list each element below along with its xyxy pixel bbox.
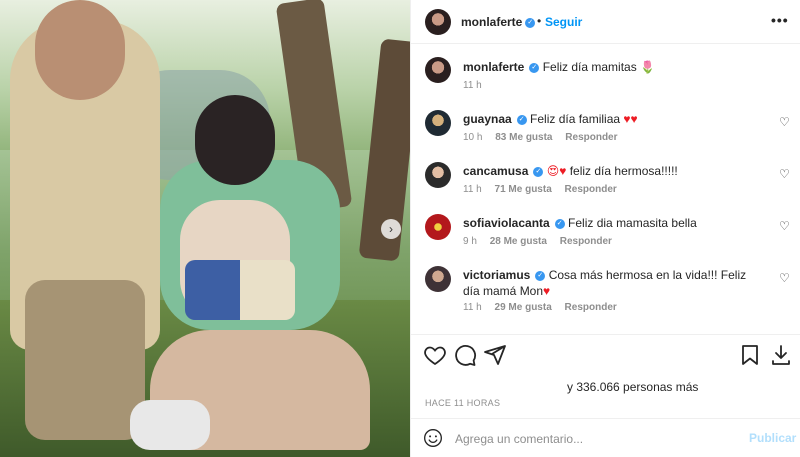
shoe: [130, 400, 210, 450]
reply-button[interactable]: Responder: [565, 184, 617, 195]
blanket: [185, 260, 295, 320]
post-header: monlaferte ✓ • Seguir •••: [411, 0, 800, 44]
red-heart-icon: ♥: [543, 284, 551, 298]
post-photo: ›: [0, 0, 410, 457]
comment-likes[interactable]: 71 Me gusta: [495, 184, 552, 195]
comment-meta: 11 h 71 Me gusta Responder: [463, 184, 627, 195]
comment-text: cancamusa ✓ 😍♥ feliz día hermosa!!!!!: [463, 163, 678, 179]
comment-text: sofiaviolacanta ✓ Feliz dia mamasita bell…: [463, 215, 697, 231]
comment-time: 11 h: [463, 184, 482, 195]
comment-likes[interactable]: 29 Me gusta: [495, 302, 552, 313]
comment-body: Feliz día familiaa: [530, 112, 621, 126]
comment-text: victoriamus ✓ Cosa más hermosa en la vida…: [463, 267, 763, 299]
next-arrow-icon[interactable]: ›: [381, 219, 401, 239]
reply-button[interactable]: Responder: [560, 236, 612, 247]
emoji-icon[interactable]: [423, 428, 443, 448]
avatar[interactable]: [425, 214, 451, 240]
author-name[interactable]: monlaferte: [461, 15, 522, 29]
comment-meta: 10 h 83 Me gusta Responder: [463, 132, 628, 143]
avatar[interactable]: [425, 266, 451, 292]
comment-likes[interactable]: 83 Me gusta: [495, 132, 552, 143]
more-options-icon[interactable]: •••: [771, 12, 789, 28]
follow-button[interactable]: Seguir: [545, 15, 582, 29]
avatar[interactable]: [425, 57, 451, 83]
download-icon[interactable]: [769, 343, 793, 367]
author-username[interactable]: monlaferte ✓: [461, 15, 536, 29]
comment-item: sofiaviolacanta ✓ Feliz dia mamasita bell…: [411, 212, 800, 252]
caption-username[interactable]: monlaferte: [463, 60, 524, 74]
avatar[interactable]: [425, 9, 451, 35]
verified-icon: ✓: [529, 62, 540, 73]
caption-body: Feliz día mamitas: [542, 60, 637, 74]
heart-icon[interactable]: [423, 343, 447, 367]
comment-composer: Publicar: [411, 418, 800, 457]
comment-input[interactable]: [455, 429, 735, 449]
heart-eyes-icon: 😍♥: [546, 164, 567, 178]
caption-text: monlaferte ✓ Feliz día mamitas 🌷: [463, 59, 655, 75]
comment-username[interactable]: cancamusa: [463, 164, 528, 178]
caption-meta: 11 h: [463, 80, 492, 91]
comment-likes[interactable]: 28 Me gusta: [490, 236, 547, 247]
verified-icon: ✓: [535, 270, 546, 281]
reply-button[interactable]: Responder: [565, 132, 617, 143]
comment-body: Feliz dia mamasita bella: [568, 216, 697, 230]
avatar[interactable]: [425, 110, 451, 136]
verified-icon: ✓: [533, 166, 544, 177]
comment-time: 9 h: [463, 236, 477, 247]
publish-button[interactable]: Publicar: [749, 431, 796, 445]
post-caption: monlaferte ✓ Feliz día mamitas 🌷 11 h: [411, 56, 800, 94]
woman-head: [195, 95, 275, 185]
bookmark-icon[interactable]: [738, 343, 762, 367]
comment-body: feliz día hermosa!!!!!: [569, 164, 678, 178]
comment-time: 11 h: [463, 302, 482, 313]
like-comment-icon[interactable]: ♡: [779, 220, 791, 232]
comment-item: guaynaa ✓ Feliz día familiaa ♥♥ 10 h 83 M…: [411, 108, 800, 148]
avatar[interactable]: [425, 162, 451, 188]
verified-icon: ✓: [525, 17, 536, 28]
man-head: [35, 0, 125, 100]
comment-username[interactable]: sofiaviolacanta: [463, 216, 550, 230]
comment-item: victoriamus ✓ Cosa más hermosa en la vida…: [411, 264, 800, 320]
reply-button[interactable]: Responder: [565, 302, 617, 313]
post-time: HACE 11 HORAS: [425, 398, 501, 408]
comment-text: guaynaa ✓ Feliz día familiaa ♥♥: [463, 111, 638, 127]
like-comment-icon[interactable]: ♡: [779, 116, 791, 128]
comment-time: 10 h: [463, 132, 483, 143]
tulip-icon: 🌷: [640, 60, 656, 74]
comment-item: cancamusa ✓ 😍♥ feliz día hermosa!!!!! 11 …: [411, 160, 800, 200]
like-comment-icon[interactable]: ♡: [779, 272, 791, 284]
verified-icon: ✓: [516, 114, 527, 125]
action-bar: [411, 334, 800, 374]
comment-meta: 11 h 29 Me gusta Responder: [463, 302, 627, 313]
caption-time: 11 h: [463, 80, 482, 91]
send-icon[interactable]: [483, 343, 507, 367]
comment-username[interactable]: guaynaa: [463, 112, 512, 126]
likes-count[interactable]: y 336.066 personas más: [567, 380, 698, 394]
comment-icon[interactable]: [453, 343, 477, 367]
man-legs: [25, 280, 145, 440]
comment-username[interactable]: victoriamus: [463, 268, 530, 282]
post-panel: monlaferte ✓ • Seguir ••• monlaferte ✓ Fel…: [410, 0, 800, 457]
verified-icon: ✓: [554, 218, 565, 229]
red-heart-icon: ♥♥: [623, 112, 638, 126]
like-comment-icon[interactable]: ♡: [779, 168, 791, 180]
comment-meta: 9 h 28 Me gusta Responder: [463, 236, 622, 247]
separator-dot: •: [537, 14, 542, 28]
